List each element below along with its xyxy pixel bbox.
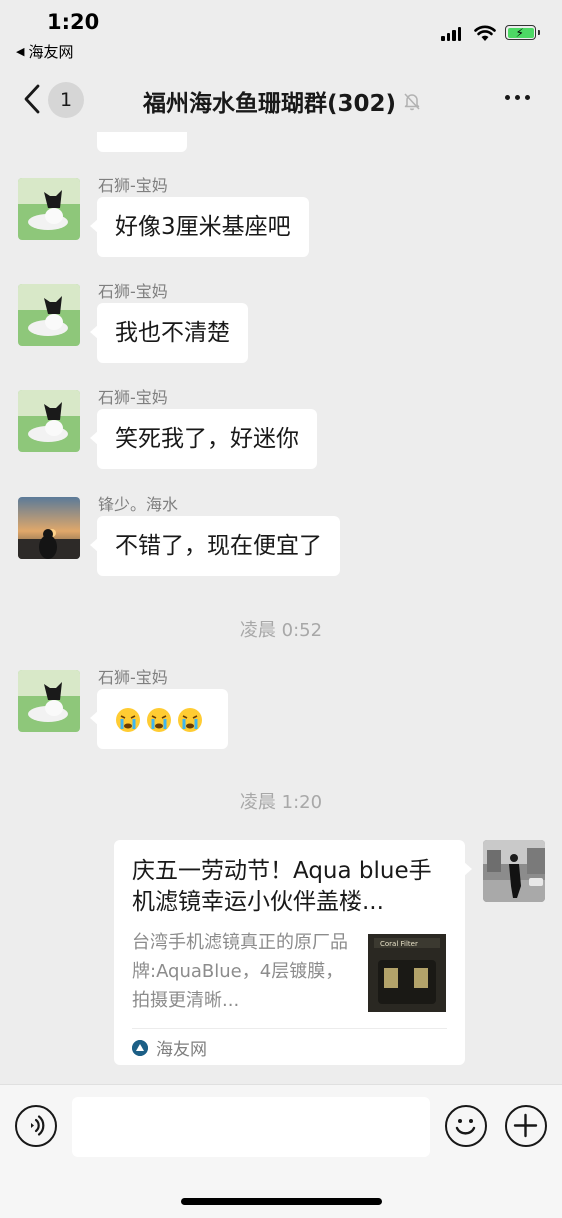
- clock: 1:20: [47, 10, 100, 34]
- message-bubble[interactable]: 好像3厘米基座吧: [90, 197, 309, 257]
- timestamp: 凌晨 0:52: [239, 620, 323, 641]
- avatar[interactable]: [18, 390, 80, 452]
- wifi-icon: [474, 25, 496, 41]
- more-actions-button[interactable]: [505, 1105, 547, 1147]
- smiley-icon: [455, 1119, 476, 1135]
- sender-name: 石狮-宝妈: [98, 668, 168, 687]
- status-bar: 1:20 ◀ 海友网 ⚡: [0, 0, 562, 66]
- sender-name: 锋少。海水: [98, 495, 179, 514]
- emoji-button[interactable]: [445, 1105, 487, 1147]
- chat-header: 1 福州海水鱼珊瑚群(302): [0, 66, 562, 132]
- link-card[interactable]: 庆五一劳动节！Aqua blue手机滤镜幸运小伙伴盖楼... 台湾手机滤镜真正的…: [114, 840, 472, 1065]
- message-bubble[interactable]: 我也不清楚: [90, 303, 248, 363]
- my-avatar[interactable]: [483, 840, 545, 902]
- message-bubble[interactable]: 笑死我了，好迷你: [90, 409, 317, 469]
- message-bubble[interactable]: [90, 689, 228, 749]
- home-indicator[interactable]: [181, 1198, 382, 1205]
- voice-button[interactable]: [15, 1105, 57, 1147]
- avatar[interactable]: [18, 284, 80, 346]
- chevron-left-icon[interactable]: [20, 82, 46, 116]
- avatar[interactable]: [18, 497, 80, 559]
- sender-name: 石狮-宝妈: [98, 176, 168, 195]
- message-input[interactable]: [72, 1097, 430, 1157]
- divider: [132, 1028, 447, 1029]
- source-name: 海友网: [156, 1040, 207, 1060]
- back-app-label: 海友网: [28, 43, 74, 61]
- message-bubble[interactable]: 不错了，现在便宜了: [90, 516, 340, 576]
- battery-icon: ⚡: [505, 25, 540, 40]
- sender-name: 石狮-宝妈: [98, 388, 168, 407]
- link-card-source: 海友网: [132, 1035, 207, 1060]
- avatar[interactable]: [18, 178, 80, 240]
- thumb-label: Coral Filter: [380, 940, 418, 948]
- more-icon[interactable]: [505, 95, 530, 100]
- chat-messages[interactable]: 石狮-宝妈 好像3厘米基座吧 石狮-宝妈 我也不清楚 石狮-宝妈 笑死我了，好迷…: [0, 132, 562, 1084]
- plus-icon: [513, 1113, 538, 1138]
- partial-message-bubble: [97, 132, 187, 152]
- crying-emoji-icon: [116, 707, 140, 732]
- back-triangle-icon: ◀: [16, 45, 25, 58]
- avatar[interactable]: [18, 670, 80, 732]
- voice-icon: [31, 1115, 45, 1136]
- crying-emoji-icon: [178, 707, 202, 732]
- chat-title: 福州海水鱼珊瑚群(302): [143, 84, 422, 118]
- bell-off-icon: [404, 93, 420, 111]
- sender-name: 石狮-宝妈: [98, 282, 168, 301]
- timestamp: 凌晨 1:20: [239, 792, 323, 813]
- signal-icon: [441, 27, 461, 41]
- back-to-app-link[interactable]: ◀ 海友网: [16, 41, 73, 62]
- unread-badge[interactable]: 1: [48, 82, 84, 118]
- source-logo-icon: [132, 1039, 148, 1056]
- link-card-thumbnail: Coral Filter: [368, 934, 446, 1012]
- crying-emoji-icon: [147, 707, 171, 732]
- group-name: 福州海水鱼珊瑚群(302): [143, 91, 397, 117]
- link-card-title: 庆五一劳动节！Aqua blue手机滤镜幸运小伙伴盖楼...: [132, 858, 432, 915]
- link-card-description: 台湾手机滤镜真正的原厂品牌:AquaBlue，4层镀膜，拍摄更清晰...: [132, 932, 348, 1011]
